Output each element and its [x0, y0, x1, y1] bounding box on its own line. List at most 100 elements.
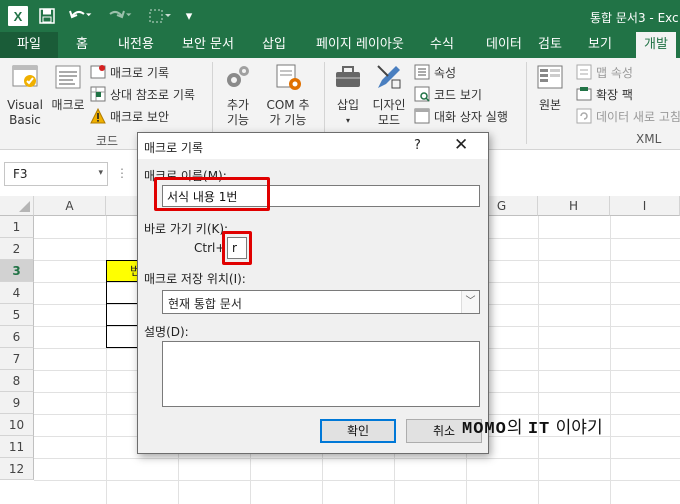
view-code-label: 코드 보기: [434, 87, 482, 102]
shortcut-key-label: 바로 가기 키(K):: [144, 222, 229, 236]
row-header[interactable]: 5: [0, 304, 34, 326]
document-title: 통합 문서3 - Exc: [590, 11, 679, 25]
row-header[interactable]: 8: [0, 370, 34, 392]
properties-icon: [414, 64, 430, 80]
design-mode-button[interactable]: 디자인 모드: [368, 62, 410, 128]
select-all-corner[interactable]: [0, 196, 34, 216]
column-header[interactable]: I: [610, 196, 680, 216]
save-button[interactable]: [38, 6, 56, 26]
record-macro-label: 매크로 기록: [110, 65, 170, 80]
macro-security-button[interactable]: 매크로 보안: [90, 106, 169, 126]
watermark-story: 이야기: [555, 418, 603, 438]
addins-button[interactable]: 추가 기능: [218, 62, 258, 128]
com-addins-icon: [276, 64, 301, 90]
redo-button[interactable]: [106, 6, 136, 26]
help-button[interactable]: ?: [414, 138, 421, 153]
watermark-brand: MOMO: [462, 420, 507, 439]
select-objects-button[interactable]: [146, 6, 174, 26]
store-macro-value: 현재 통합 문서: [168, 297, 242, 311]
relative-reference-icon: [90, 86, 106, 102]
properties-button[interactable]: 속성: [414, 62, 456, 82]
addins-label: 추가 기능: [226, 98, 250, 127]
row-header[interactable]: 4: [0, 282, 34, 304]
dialog-title-bar[interactable]: 매크로 기록 ? ✕: [138, 133, 488, 159]
record-macro-icon: [90, 65, 106, 79]
view-code-icon: [414, 86, 430, 102]
row-header[interactable]: 10: [0, 414, 34, 436]
row-header[interactable]: 1: [0, 216, 34, 238]
tab-private[interactable]: 내전용: [118, 32, 154, 58]
gears-icon: [227, 66, 249, 87]
tab-developer[interactable]: 개발: [636, 32, 676, 58]
tab-review[interactable]: 검토: [538, 32, 562, 58]
refresh-data-button[interactable]: 데이터 새로 고침: [576, 106, 680, 126]
title-bar: X ▾ 통합 문서3 - Exc: [0, 0, 680, 32]
row-header[interactable]: 7: [0, 348, 34, 370]
save-icon: [39, 8, 55, 24]
map-properties-label: 맵 속성: [596, 65, 633, 80]
column-header[interactable]: H: [538, 196, 610, 216]
ctrl-label: Ctrl+: [194, 241, 226, 255]
insert-control-label: 삽입: [336, 98, 360, 112]
undo-icon: [69, 10, 92, 19]
gridline: [34, 458, 680, 459]
gridline: [34, 480, 680, 481]
toolbox-icon: [336, 66, 360, 87]
undo-button[interactable]: [66, 6, 96, 26]
row-header[interactable]: 2: [0, 238, 34, 260]
macros-label: 매크로: [51, 98, 85, 112]
design-mode-label: 디자인 모드: [372, 98, 406, 127]
tab-file[interactable]: 파일: [0, 32, 58, 58]
column-header[interactable]: A: [34, 196, 106, 216]
chevron-down-icon[interactable]: ▾: [98, 168, 103, 178]
relative-reference-button[interactable]: 상대 참조로 기록: [90, 84, 195, 104]
expansion-packs-icon: [576, 87, 592, 101]
run-dialog-icon: [414, 108, 430, 124]
row-header-selected[interactable]: 3: [0, 260, 34, 282]
map-properties-button[interactable]: 맵 속성: [576, 62, 633, 82]
insert-control-button[interactable]: 삽입 ▾: [330, 62, 366, 128]
design-mode-icon: [377, 65, 401, 89]
map-properties-icon: [576, 64, 592, 80]
record-macro-button[interactable]: 매크로 기록: [90, 62, 169, 82]
gridline: [538, 216, 539, 504]
tab-formulas[interactable]: 수식: [430, 32, 454, 58]
com-addins-button[interactable]: COM 추가 기능: [258, 62, 318, 128]
tab-view[interactable]: 보기: [588, 32, 612, 58]
view-code-button[interactable]: 코드 보기: [414, 84, 482, 104]
xml-source-button[interactable]: 원본: [532, 62, 568, 113]
chevron-down-icon: ▾: [345, 116, 350, 125]
chevron-down-icon[interactable]: ﹀: [461, 291, 479, 313]
name-box[interactable]: F3 ▾: [4, 162, 108, 186]
customize-qat-button[interactable]: ▾: [182, 6, 196, 26]
visual-basic-button[interactable]: Visual Basic: [4, 62, 46, 128]
run-dialog-button[interactable]: 대화 상자 실행: [414, 106, 508, 126]
ok-button[interactable]: 확인: [320, 419, 396, 443]
description-textarea[interactable]: [162, 341, 480, 407]
macros-button[interactable]: 매크로: [48, 62, 88, 113]
macro-security-label: 매크로 보안: [110, 109, 170, 124]
properties-label: 속성: [434, 65, 457, 80]
macro-name-highlight: [154, 177, 270, 211]
tab-data[interactable]: 데이터: [486, 32, 522, 58]
store-macro-select[interactable]: 현재 통합 문서 ﹀: [162, 290, 480, 314]
tab-page-layout[interactable]: 페이지 레이아웃: [316, 32, 404, 58]
expansion-packs-button[interactable]: 확장 팩: [576, 84, 633, 104]
tab-home[interactable]: 홈: [76, 32, 88, 58]
tab-insert[interactable]: 삽입: [262, 32, 286, 58]
row-header[interactable]: 9: [0, 392, 34, 414]
tab-security-doc[interactable]: 보안 문서: [182, 32, 234, 58]
shortcut-key-highlight: [222, 231, 252, 265]
close-icon[interactable]: ✕: [454, 135, 468, 155]
row-header[interactable]: 11: [0, 436, 34, 458]
com-addins-label: COM 추가 기능: [266, 98, 310, 127]
run-dialog-label: 대화 상자 실행: [434, 109, 508, 124]
formula-bar-splitter[interactable]: ⋮: [116, 166, 129, 180]
dialog-title: 매크로 기록: [144, 141, 204, 155]
visual-basic-icon: [12, 65, 38, 87]
row-header[interactable]: 6: [0, 326, 34, 348]
watermark-it: IT: [527, 420, 551, 439]
record-macro-dialog: 매크로 기록 ? ✕ 매크로 이름(M): 바로 가기 키(K): Ctrl+ …: [137, 132, 489, 454]
row-header[interactable]: 12: [0, 458, 34, 480]
xml-group-label: XML: [636, 132, 662, 146]
